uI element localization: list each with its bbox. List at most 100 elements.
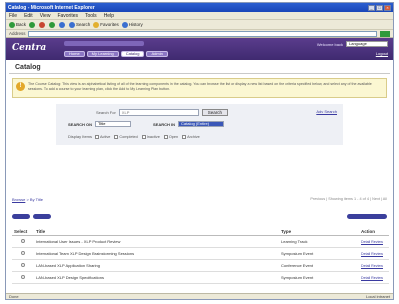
forward-arrow-icon xyxy=(29,21,36,28)
search-input[interactable]: XLP xyxy=(118,109,199,116)
row-action-link[interactable]: Detail Review xyxy=(359,259,389,272)
refresh-button[interactable] xyxy=(49,21,56,28)
breadcrumb-root[interactable]: Browse xyxy=(12,197,25,202)
minimize-icon[interactable]: _ xyxy=(368,4,375,11)
add-to-plan-button[interactable] xyxy=(347,214,387,219)
menu-view[interactable]: View xyxy=(40,13,51,19)
search-on-row: SEARCH ON Title SEARCH IN Catalog (Entir… xyxy=(68,121,225,127)
search-on-select[interactable]: Title xyxy=(95,121,132,127)
row-select[interactable] xyxy=(12,271,34,284)
menu-favorites[interactable]: Favorites xyxy=(57,13,78,19)
option-archive[interactable]: Archive xyxy=(182,134,200,139)
row-title: LAN-based XLP Application Sharing xyxy=(34,259,279,272)
status-bar: Done Local intranet xyxy=(6,293,393,299)
option-inactive[interactable]: Inactive xyxy=(141,134,160,139)
option-label: Completed xyxy=(119,134,138,139)
header-action: Action xyxy=(359,228,389,236)
back-arrow-icon xyxy=(9,21,15,28)
table-row: International Team XLP Design Brainstorm… xyxy=(12,247,389,260)
address-label: Address xyxy=(9,31,26,36)
advanced-search-link[interactable]: Adv Search xyxy=(316,109,337,114)
checkbox-icon xyxy=(114,134,119,139)
back-button[interactable]: Back xyxy=(9,21,27,28)
row-type: Symposium Event xyxy=(279,247,359,260)
row-title: International Team XLP Design Brainstorm… xyxy=(34,247,279,260)
tab-home[interactable]: Home xyxy=(64,51,85,57)
zone-text: Local intranet xyxy=(365,294,390,299)
address-input[interactable] xyxy=(27,30,377,37)
display-row: Display Items Active Completed Inactive … xyxy=(68,134,204,139)
checkbox-icon xyxy=(182,134,187,139)
row-action-link[interactable]: Detail Review xyxy=(359,235,389,248)
option-active[interactable]: Active xyxy=(95,134,111,139)
menu-bar: File Edit View Favorites Tools Help xyxy=(6,12,393,20)
menu-file[interactable]: File xyxy=(9,13,17,19)
checkbox-icon xyxy=(95,134,100,139)
paging-info[interactable]: Previous | Showing items 1 - 4 of 4 | Ne… xyxy=(310,197,387,201)
row-select[interactable] xyxy=(12,235,34,248)
search-row: Search For XLP Search xyxy=(96,109,229,116)
option-label: Open xyxy=(168,134,179,139)
header-title: Title xyxy=(34,228,279,236)
history-icon xyxy=(121,21,128,28)
search-for-label: Search For xyxy=(96,110,116,115)
page-title: Catalog xyxy=(9,60,390,74)
option-label: Archive xyxy=(187,134,200,139)
close-icon[interactable]: × xyxy=(384,4,391,11)
stop-button[interactable] xyxy=(39,21,46,28)
breadcrumb-current: By Title xyxy=(29,197,44,202)
option-label: Inactive xyxy=(146,134,160,139)
info-text: The Course Catalog: This view is an alph… xyxy=(28,82,372,91)
search-panel: Search For XLP Search Adv Search SEARCH … xyxy=(56,104,343,145)
language-select[interactable]: Language xyxy=(346,41,388,47)
breadcrumb: Browse > By Title xyxy=(12,197,44,202)
row-select[interactable] xyxy=(12,259,34,272)
search-in-select[interactable]: Catalog (Entire) xyxy=(178,121,225,127)
menu-tools[interactable]: Tools xyxy=(85,13,97,19)
menu-edit[interactable]: Edit xyxy=(24,13,33,19)
row-action-link[interactable]: Detail Review xyxy=(359,271,389,284)
favorites-label: Favorites xyxy=(100,22,119,27)
back-label: Back xyxy=(16,22,27,27)
radio-icon xyxy=(21,263,25,267)
nav-tabs: Home My Learning Catalog Admin xyxy=(64,51,170,57)
tab-my-learning[interactable]: My Learning xyxy=(86,51,119,57)
search-toolbar-button[interactable]: Search xyxy=(69,21,90,28)
maximize-icon[interactable]: □ xyxy=(376,4,383,11)
pill-button[interactable] xyxy=(33,214,51,219)
stop-icon xyxy=(39,21,46,28)
menu-help[interactable]: Help xyxy=(104,13,114,19)
radio-icon xyxy=(21,251,25,255)
browser-window: Catalog - Microsoft Internet Explorer _ … xyxy=(5,2,394,300)
table-row: International User Issues - XLP Product … xyxy=(12,235,389,248)
title-bar: Catalog - Microsoft Internet Explorer _ … xyxy=(6,3,393,12)
logout-link[interactable]: Logout xyxy=(376,51,388,56)
option-completed[interactable]: Completed xyxy=(114,134,138,139)
home-icon xyxy=(59,21,66,28)
table-row: LAN-based XLP Application Sharing Confer… xyxy=(12,259,389,272)
favorites-button[interactable]: Favorites xyxy=(93,21,119,28)
tab-admin[interactable]: Admin xyxy=(146,51,168,57)
status-text: Done xyxy=(9,294,19,299)
row-title: LAN-based XLP Design Specifications xyxy=(34,271,279,284)
tab-catalog[interactable]: Catalog xyxy=(120,51,145,57)
forward-button[interactable] xyxy=(29,21,36,28)
search-in-label: SEARCH IN xyxy=(153,121,176,127)
header-type: Type xyxy=(279,228,359,236)
option-label: Active xyxy=(100,134,111,139)
browser-toolbar: Back Search Favorites History xyxy=(6,20,393,30)
checkbox-icon xyxy=(163,134,168,139)
go-button[interactable] xyxy=(380,30,390,37)
home-button[interactable] xyxy=(59,21,66,28)
warning-icon: ! xyxy=(16,82,25,91)
table-header-row: Select Title Type Action xyxy=(12,228,389,236)
row-select[interactable] xyxy=(12,247,34,260)
display-label: Display Items xyxy=(68,134,93,139)
star-icon xyxy=(93,21,100,28)
app-header: Centra Home My Learning Catalog Admin We… xyxy=(6,38,393,60)
row-action-link[interactable]: Detail Review xyxy=(359,247,389,260)
option-open[interactable]: Open xyxy=(163,134,179,139)
history-button[interactable]: History xyxy=(121,21,143,28)
search-button[interactable]: Search xyxy=(201,109,229,116)
pill-button[interactable] xyxy=(12,214,30,219)
